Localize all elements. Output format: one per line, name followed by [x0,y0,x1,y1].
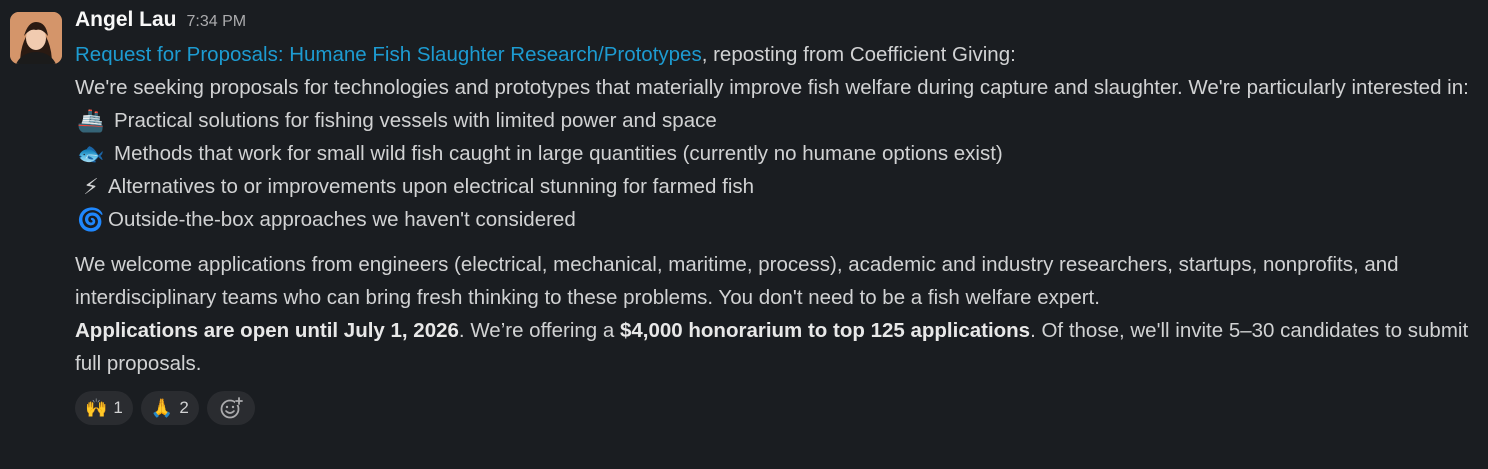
reaction-raised-hands[interactable]: 🙌 1 [75,391,133,425]
reaction-count: 1 [113,398,123,417]
list-item-text: Outside-the-box approaches we haven't co… [108,208,576,231]
intro-paragraph: We're seeking proposals for technologies… [75,76,1469,99]
sender-name[interactable]: Angel Lau [75,8,177,32]
deadline-paragraph: Applications are open until July 1, 2026… [75,314,1480,380]
applicants-paragraph: We welcome applications from engineers (… [75,253,1399,309]
message-content: Angel Lau 7:34 PM Request for Proposals:… [75,8,1480,425]
list-item: 🐟 Methods that work for small wild fish … [75,137,1480,170]
cyclone-icon: 🌀 [77,207,105,232]
list-item: 🌀 Outside-the-box approaches we haven't … [75,203,1480,236]
list-item: ⚡ Alternatives to or improvements upon e… [75,170,1480,203]
opening-suffix: , reposting from Coefficient Giving: [701,43,1016,66]
timestamp[interactable]: 7:34 PM [187,13,247,31]
add-reaction-button[interactable] [206,391,255,425]
list-item-text: Methods that work for small wild fish ca… [114,142,1003,165]
rfp-link[interactable]: Request for Proposals: Humane Fish Slaug… [75,43,702,66]
message-header: Angel Lau 7:34 PM [75,8,1480,38]
list-item: 🚢 Practical solutions for fishing vessel… [75,104,1480,137]
add-emoji-icon [220,397,243,419]
avatar[interactable] [10,12,62,64]
folded-hands-icon: 🙏 [150,397,174,418]
list-item-text: Alternatives to or improvements upon ele… [108,175,755,198]
raised-hands-icon: 🙌 [85,397,108,418]
lightning-icon: ⚡ [83,174,99,199]
reaction-count: 2 [179,398,189,417]
ship-icon: 🚢 [77,108,105,133]
reactions-bar: 🙌 1 🙏 2 [75,391,1480,425]
honorarium-text: $4,000 honorarium to top 125 application… [619,319,1031,342]
offer-lead-text: . We’re offering a [458,319,620,342]
fish-icon: 🐟 [77,141,105,166]
reaction-folded-hands[interactable]: 🙏 2 [140,391,199,425]
deadline-text: Applications are open until July 1, 2026 [75,319,459,342]
opening-line: Request for Proposals: Humane Fish Slaug… [75,38,1480,71]
message: Angel Lau 7:34 PM Request for Proposals:… [0,0,1488,469]
list-item-text: Practical solutions for fishing vessels … [114,109,717,132]
message-body: Request for Proposals: Humane Fish Slaug… [75,38,1480,380]
